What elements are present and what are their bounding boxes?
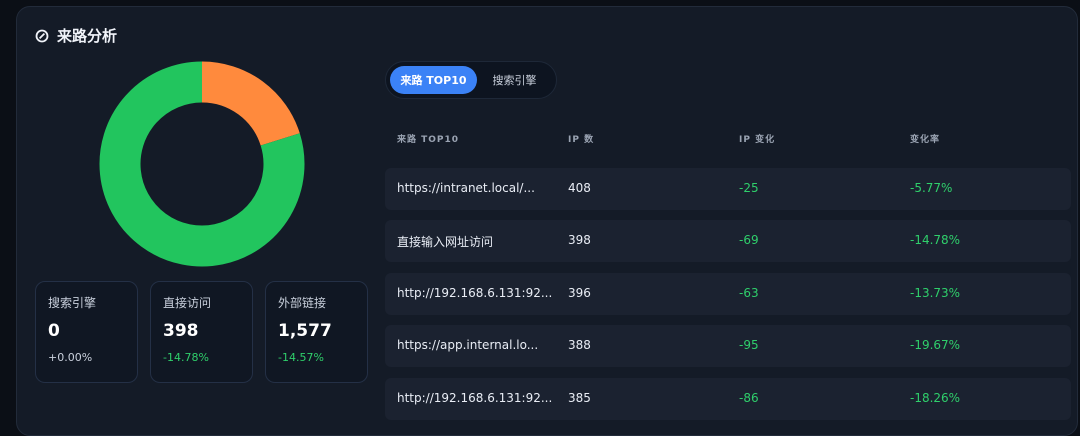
stat-value: 0 bbox=[48, 321, 60, 341]
column-header-referrer: 来路 TOP10 bbox=[397, 135, 460, 145]
tab-search-engine[interactable]: 搜索引擎 bbox=[477, 66, 552, 94]
stat-value: 1,577 bbox=[278, 321, 332, 341]
cell-ip-count: 388 bbox=[568, 338, 591, 352]
stat-card-direct-visit: 直接访问 398 -14.78% bbox=[150, 281, 253, 383]
cell-referrer: http://192.168.6.131:92... bbox=[397, 391, 553, 405]
table-row[interactable]: https://app.internal.lo... 388 -95 -19.6… bbox=[385, 325, 1071, 367]
column-header-ip-count: IP 数 bbox=[568, 135, 595, 145]
stat-label: 搜索引擎 bbox=[48, 296, 97, 310]
cell-ip-change: -86 bbox=[739, 391, 759, 405]
cell-change-rate: -19.67% bbox=[910, 338, 961, 352]
cell-referrer: https://intranet.local/... bbox=[397, 181, 535, 195]
cell-change-rate: -14.78% bbox=[910, 233, 961, 247]
compass-icon bbox=[35, 29, 49, 42]
cell-ip-change: -25 bbox=[739, 181, 759, 195]
cell-ip-count: 408 bbox=[568, 181, 591, 195]
table-row[interactable]: http://192.168.6.131:92... 396 -63 -13.7… bbox=[385, 273, 1071, 315]
stat-label: 外部链接 bbox=[278, 296, 327, 310]
referrer-donut-chart bbox=[99, 61, 305, 267]
column-header-change-rate: 变化率 bbox=[910, 135, 941, 145]
stat-card-external-link: 外部链接 1,577 -14.57% bbox=[265, 281, 368, 383]
stat-card-search-engine: 搜索引擎 0 +0.00% bbox=[35, 281, 138, 383]
table-row[interactable]: 直接输入网址访问 398 -69 -14.78% bbox=[385, 220, 1071, 262]
cell-ip-change: -63 bbox=[739, 286, 759, 300]
cell-referrer: https://app.internal.lo... bbox=[397, 338, 539, 352]
cell-ip-change: -69 bbox=[739, 233, 759, 247]
tab-group: 来路 TOP10 搜索引擎 bbox=[385, 61, 557, 99]
cell-ip-count: 385 bbox=[568, 391, 591, 405]
cell-ip-change: -95 bbox=[739, 338, 759, 352]
stat-value: 398 bbox=[163, 321, 199, 341]
cell-change-rate: -5.77% bbox=[910, 181, 953, 195]
stat-change: +0.00% bbox=[48, 351, 93, 364]
cell-ip-count: 396 bbox=[568, 286, 591, 300]
stat-label: 直接访问 bbox=[163, 296, 212, 310]
cell-change-rate: -13.73% bbox=[910, 286, 961, 300]
stat-change: -14.78% bbox=[163, 351, 209, 364]
cell-referrer: 直接输入网址访问 bbox=[397, 235, 494, 249]
table-row[interactable]: http://192.168.6.131:92... 385 -86 -18.2… bbox=[385, 378, 1071, 420]
panel-title-text: 来路分析 bbox=[57, 27, 118, 45]
referrer-analysis-panel: 来路分析 搜索引擎 0 +0.00% 直接访问 398 -14.78% 外部链接… bbox=[16, 6, 1078, 436]
cell-ip-count: 398 bbox=[568, 233, 591, 247]
table-header: 来路 TOP10 IP 数 IP 变化 变化率 bbox=[385, 129, 1065, 149]
column-header-ip-change: IP 变化 bbox=[739, 135, 776, 145]
tab-referrer-top10[interactable]: 来路 TOP10 bbox=[390, 66, 477, 94]
donut-slice[interactable] bbox=[201, 61, 300, 147]
cell-change-rate: -18.26% bbox=[910, 391, 961, 405]
panel-title: 来路分析 bbox=[35, 25, 117, 46]
table-row[interactable]: https://intranet.local/... 408 -25 -5.77… bbox=[385, 168, 1071, 210]
stat-change: -14.57% bbox=[278, 351, 324, 364]
cell-referrer: http://192.168.6.131:92... bbox=[397, 286, 553, 300]
